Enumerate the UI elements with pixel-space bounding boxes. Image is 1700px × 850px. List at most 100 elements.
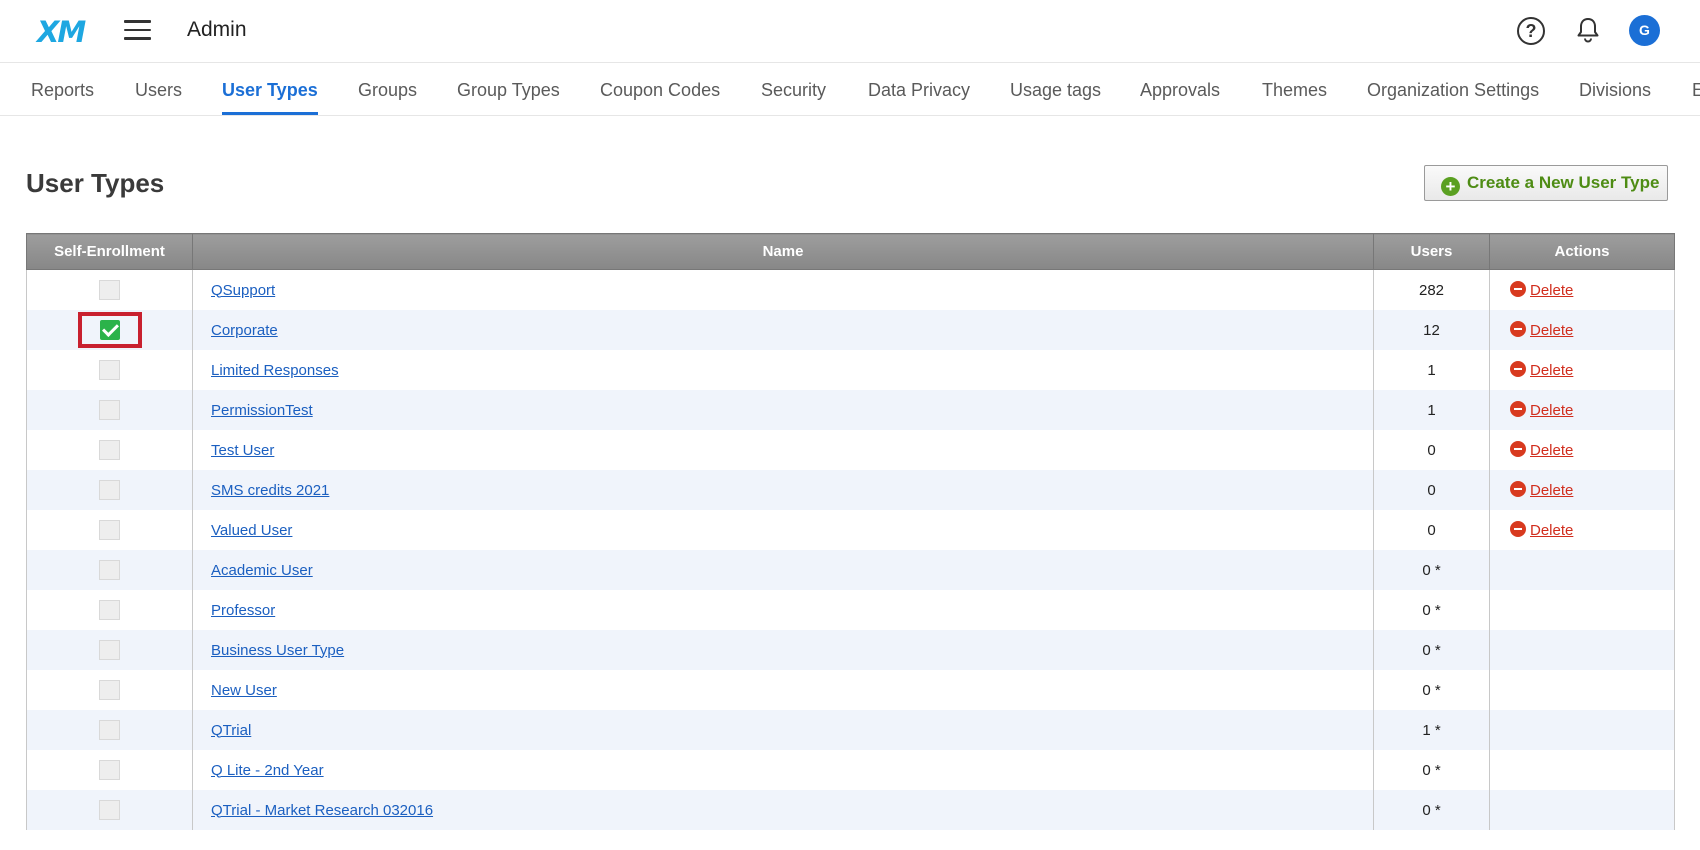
table-row: QTrial - Market Research 032016 0 * (26, 790, 1675, 830)
actions-cell: Delete (1489, 470, 1675, 510)
user-type-link[interactable]: QSupport (193, 282, 275, 299)
users-count: 1 (1373, 350, 1490, 390)
delete-icon[interactable] (1510, 321, 1526, 337)
tab-user-types[interactable]: User Types (222, 63, 318, 115)
delete-link[interactable]: Delete (1530, 322, 1573, 339)
help-icon[interactable]: ? (1517, 17, 1545, 45)
self-enrollment-checkbox[interactable] (99, 800, 120, 820)
tab-users[interactable]: Users (135, 63, 182, 115)
user-type-link[interactable]: PermissionTest (193, 402, 313, 419)
plus-icon: + (1441, 177, 1460, 196)
tab-reports[interactable]: Reports (31, 63, 94, 115)
xm-logo[interactable]: XM (37, 15, 86, 49)
self-enrollment-checkbox[interactable] (99, 400, 120, 420)
name-cell: New User (192, 670, 1374, 710)
self-enrollment-checkbox[interactable] (99, 760, 120, 780)
delete-link[interactable]: Delete (1530, 402, 1573, 419)
name-cell: QTrial (192, 710, 1374, 750)
self-enrollment-checkbox[interactable] (99, 360, 120, 380)
create-user-type-button[interactable]: + Create a New User Type (1424, 165, 1668, 201)
self-enrollment-checkbox[interactable] (99, 520, 120, 540)
user-type-link[interactable]: New User (193, 682, 277, 699)
table-row: Limited Responses 1 Delete (26, 350, 1675, 390)
users-count: 1 (1373, 390, 1490, 430)
avatar[interactable]: G (1629, 15, 1660, 46)
highlight-box (77, 312, 142, 348)
self-enrollment-cell (26, 390, 193, 430)
delete-icon[interactable] (1510, 401, 1526, 417)
user-types-table: Self-Enrollment Name Users Actions QSupp… (26, 233, 1675, 830)
tab-data-privacy[interactable]: Data Privacy (868, 63, 970, 115)
self-enrollment-checkbox[interactable] (99, 560, 120, 580)
user-type-link[interactable]: Valued User (193, 522, 292, 539)
delete-link[interactable]: Delete (1530, 282, 1573, 299)
menu-icon[interactable] (124, 20, 151, 42)
tab-e[interactable]: E (1692, 63, 1700, 115)
table-row: Professor 0 * (26, 590, 1675, 630)
tab-usage-tags[interactable]: Usage tags (1010, 63, 1101, 115)
users-count: 0 * (1373, 670, 1490, 710)
self-enrollment-cell (26, 310, 193, 350)
self-enrollment-checkbox[interactable] (99, 680, 120, 700)
delete-icon[interactable] (1510, 481, 1526, 497)
users-count: 0 * (1373, 630, 1490, 670)
actions-cell (1489, 630, 1675, 670)
users-count: 1 * (1373, 710, 1490, 750)
tab-themes[interactable]: Themes (1262, 63, 1327, 115)
self-enrollment-checkbox[interactable] (99, 440, 120, 460)
table-row: Q Lite - 2nd Year 0 * (26, 750, 1675, 790)
table-row: Corporate 12 Delete (26, 310, 1675, 350)
delete-icon[interactable] (1510, 521, 1526, 537)
self-enrollment-checkbox[interactable] (99, 720, 120, 740)
delete-icon[interactable] (1510, 281, 1526, 297)
col-name[interactable]: Name (192, 233, 1374, 270)
self-enrollment-checkbox[interactable] (99, 640, 120, 660)
tab-divisions[interactable]: Divisions (1579, 63, 1651, 115)
col-self-enrollment[interactable]: Self-Enrollment (26, 233, 193, 270)
user-type-link[interactable]: QTrial - Market Research 032016 (193, 802, 433, 819)
user-type-link[interactable]: Professor (193, 602, 275, 619)
tab-organization-settings[interactable]: Organization Settings (1367, 63, 1539, 115)
col-users[interactable]: Users (1373, 233, 1490, 270)
delete-link[interactable]: Delete (1530, 442, 1573, 459)
self-enrollment-checkbox[interactable] (99, 480, 120, 500)
self-enrollment-cell (26, 470, 193, 510)
delete-link[interactable]: Delete (1530, 482, 1573, 499)
table-row: SMS credits 2021 0 Delete (26, 470, 1675, 510)
table-row: QSupport 282 Delete (26, 269, 1675, 310)
tab-security[interactable]: Security (761, 63, 826, 115)
name-cell: Limited Responses (192, 350, 1374, 390)
delete-icon[interactable] (1510, 441, 1526, 457)
delete-icon[interactable] (1510, 361, 1526, 377)
user-type-link[interactable]: SMS credits 2021 (193, 482, 329, 499)
table-row: Academic User 0 * (26, 550, 1675, 590)
tab-groups[interactable]: Groups (358, 63, 417, 115)
actions-cell (1489, 550, 1675, 590)
tab-group-types[interactable]: Group Types (457, 63, 560, 115)
self-enrollment-cell (26, 510, 193, 550)
self-enrollment-checkbox[interactable] (99, 280, 120, 300)
actions-cell: Delete (1489, 269, 1675, 310)
table-row: PermissionTest 1 Delete (26, 390, 1675, 430)
user-type-link[interactable]: Test User (193, 442, 274, 459)
user-type-link[interactable]: Business User Type (193, 642, 344, 659)
tab-approvals[interactable]: Approvals (1140, 63, 1220, 115)
top-bar: XM Admin ? G (0, 0, 1700, 63)
tab-coupon-codes[interactable]: Coupon Codes (600, 63, 720, 115)
user-type-link[interactable]: Q Lite - 2nd Year (193, 762, 324, 779)
user-type-link[interactable]: Limited Responses (193, 362, 339, 379)
self-enrollment-cell (26, 590, 193, 630)
user-type-link[interactable]: Corporate (193, 322, 278, 339)
users-count: 0 (1373, 470, 1490, 510)
delete-link[interactable]: Delete (1530, 522, 1573, 539)
bell-icon[interactable] (1575, 16, 1601, 49)
user-type-link[interactable]: QTrial (193, 722, 251, 739)
self-enrollment-checkbox[interactable] (99, 600, 120, 620)
self-enrollment-cell (26, 670, 193, 710)
table-row: QTrial 1 * (26, 710, 1675, 750)
delete-link[interactable]: Delete (1530, 362, 1573, 379)
user-type-link[interactable]: Academic User (193, 562, 313, 579)
self-enrollment-checkbox[interactable] (99, 320, 120, 341)
name-cell: QTrial - Market Research 032016 (192, 790, 1374, 830)
table-row: Test User 0 Delete (26, 430, 1675, 470)
